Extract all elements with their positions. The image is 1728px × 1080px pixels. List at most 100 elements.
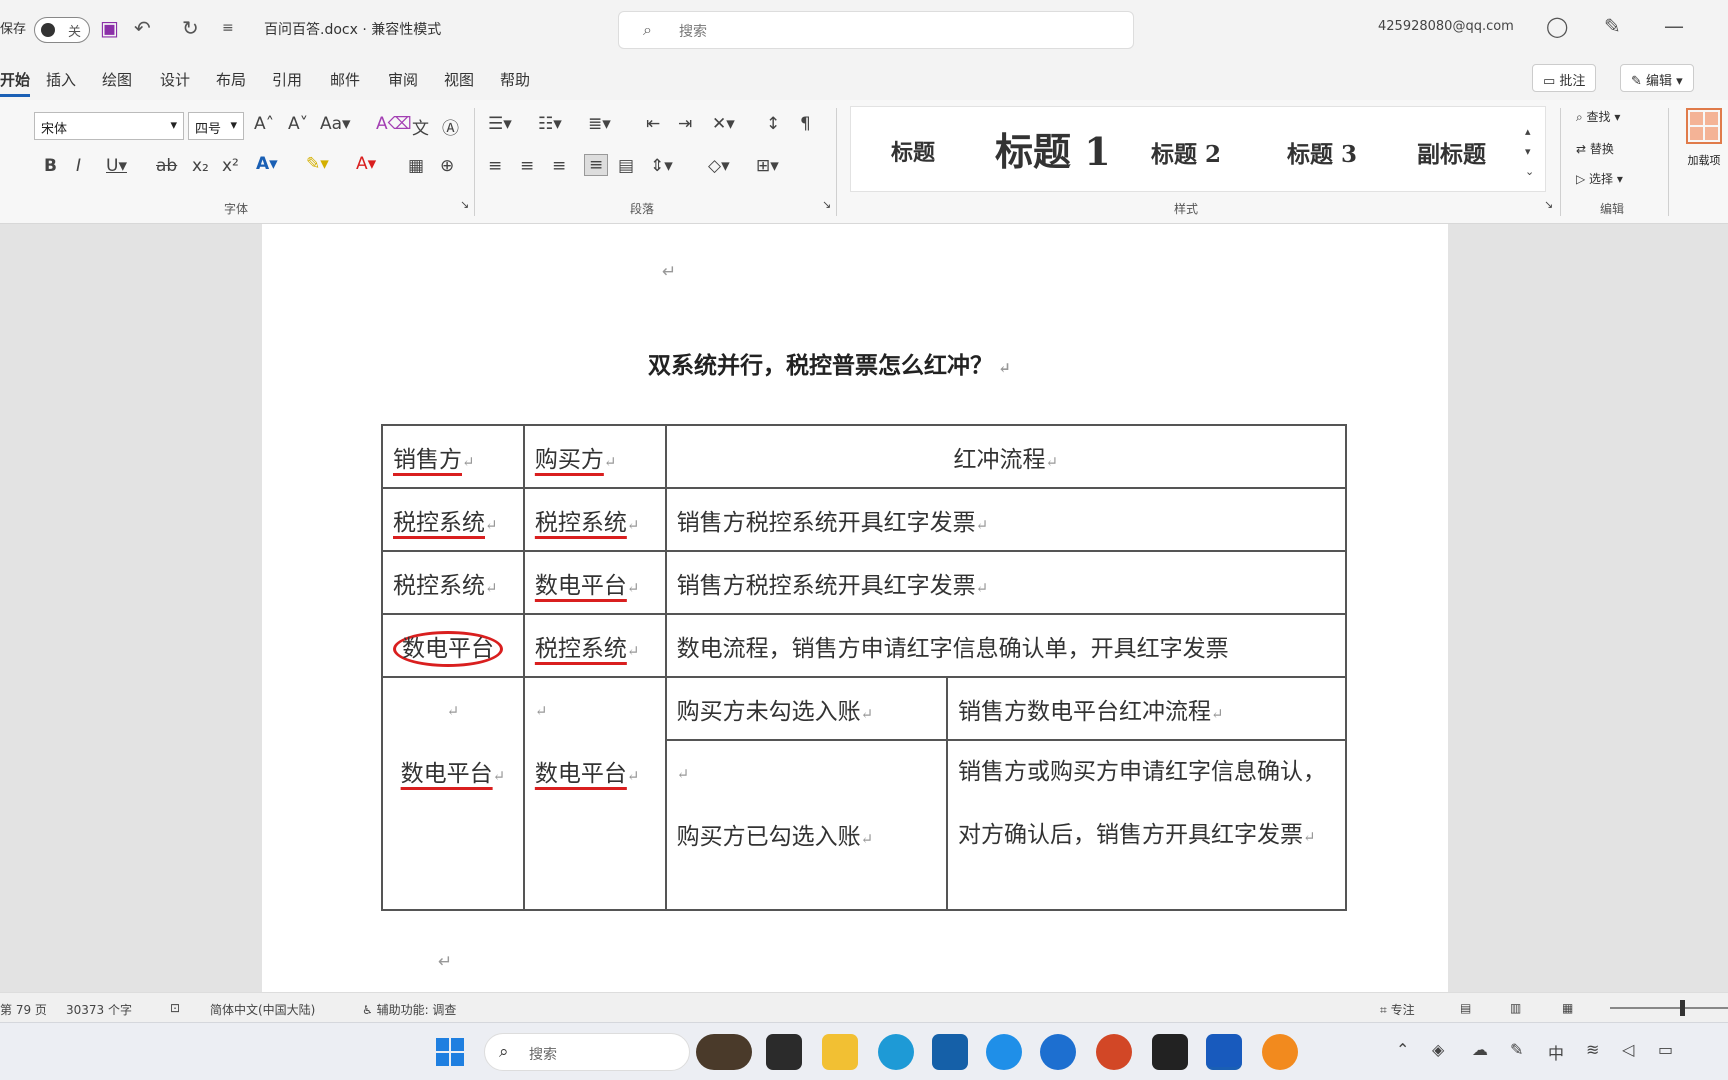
- avatar-icon[interactable]: ◯: [1546, 14, 1568, 38]
- underline-icon[interactable]: U▾: [106, 156, 127, 176]
- ie-browser-icon[interactable]: [986, 1034, 1022, 1070]
- select-button[interactable]: ▷ 选择 ▾: [1576, 170, 1623, 187]
- taskbar-search[interactable]: ⌕ 搜索: [484, 1033, 690, 1071]
- tab-mailings[interactable]: 邮件: [330, 69, 360, 90]
- tab-draw[interactable]: 绘图: [102, 69, 132, 90]
- bold-icon[interactable]: B: [44, 156, 57, 176]
- store-icon[interactable]: [932, 1034, 968, 1070]
- line-spacing-icon[interactable]: ⇕▾: [650, 156, 673, 176]
- word-count[interactable]: 30373 个字: [66, 1001, 132, 1018]
- highlight-icon[interactable]: ✎▾: [306, 154, 329, 174]
- subscript-icon[interactable]: x₂: [192, 156, 209, 176]
- tab-review[interactable]: 审阅: [388, 69, 418, 90]
- justify-icon[interactable]: ≡: [584, 154, 609, 176]
- tab-design[interactable]: 设计: [160, 69, 190, 90]
- superscript-icon[interactable]: x²: [222, 156, 239, 176]
- ime-icon[interactable]: 中: [1548, 1040, 1564, 1064]
- style-heading-1[interactable]: 标题 1: [995, 121, 1111, 176]
- tab-view[interactable]: 视图: [444, 69, 474, 90]
- align-right-icon[interactable]: ≡: [552, 156, 566, 176]
- print-layout-icon[interactable]: ▥: [1510, 1001, 1521, 1015]
- save-icon[interactable]: ▣: [100, 16, 119, 40]
- start-button[interactable]: [432, 1034, 468, 1070]
- battery-icon[interactable]: ▭: [1658, 1040, 1673, 1059]
- customize-qat-icon[interactable]: ≡: [222, 20, 234, 36]
- multilevel-list-icon[interactable]: ≣▾: [588, 114, 611, 134]
- accessibility-status[interactable]: ♿ 辅助功能: 调查: [362, 1001, 456, 1018]
- wifi-icon[interactable]: ≋: [1586, 1040, 1599, 1059]
- chevron-up-icon[interactable]: ⌃: [1396, 1040, 1409, 1059]
- word-icon[interactable]: [1206, 1034, 1242, 1070]
- page-count[interactable]: 第 79 页: [0, 1001, 47, 1018]
- zoom-slider-thumb[interactable]: [1680, 1000, 1685, 1016]
- align-center-icon[interactable]: ≡: [520, 156, 534, 176]
- widgets-icon[interactable]: [696, 1034, 752, 1070]
- style-subtitle[interactable]: 副标题: [1417, 135, 1486, 169]
- app-tray-icon[interactable]: ◈: [1432, 1040, 1444, 1059]
- file-explorer-icon[interactable]: [822, 1034, 858, 1070]
- show-marks-icon[interactable]: ¶: [800, 114, 811, 134]
- minimize-icon[interactable]: —: [1664, 14, 1684, 38]
- bullets-icon[interactable]: ☰▾: [488, 114, 512, 134]
- replace-button[interactable]: ⇄ 替换: [1576, 140, 1614, 157]
- styles-scroll-down-icon[interactable]: ▾: [1525, 145, 1531, 158]
- undo-icon[interactable]: ↶: [134, 16, 151, 40]
- text-effects-icon[interactable]: A▾: [256, 154, 278, 174]
- distributed-icon[interactable]: ▤: [618, 156, 634, 176]
- find-button[interactable]: ⌕ 查找 ▾: [1576, 108, 1620, 125]
- font-name-select[interactable]: 宋体 ▾: [34, 112, 184, 140]
- style-heading-3[interactable]: 标题 3: [1287, 135, 1357, 169]
- tab-help[interactable]: 帮助: [500, 69, 530, 90]
- styles-more-icon[interactable]: ⌄: [1525, 165, 1534, 178]
- increase-indent-icon[interactable]: ⇥: [678, 114, 692, 134]
- web-layout-icon[interactable]: ▦: [1562, 1001, 1573, 1015]
- app-icon[interactable]: [1152, 1034, 1188, 1070]
- app-icon[interactable]: [1262, 1034, 1298, 1070]
- shrink-font-icon[interactable]: A˅: [288, 114, 308, 134]
- tab-layout[interactable]: 布局: [216, 69, 246, 90]
- style-heading-2[interactable]: 标题 2: [1151, 135, 1221, 169]
- read-mode-icon[interactable]: ▤: [1460, 1001, 1471, 1015]
- user-account[interactable]: 425928080@qq.com: [1378, 19, 1514, 34]
- styles-dialog-launcher-icon[interactable]: ↘: [1544, 198, 1553, 211]
- enclose-char-icon[interactable]: ⊕: [440, 156, 454, 176]
- task-view-icon[interactable]: [766, 1034, 802, 1070]
- strikethrough-icon[interactable]: ab: [156, 156, 177, 176]
- sort-icon[interactable]: ↕: [766, 114, 780, 134]
- editing-mode-button[interactable]: ✎ 编辑 ▾: [1620, 64, 1694, 92]
- pen-tray-icon[interactable]: ✎: [1510, 1040, 1523, 1059]
- change-case-icon[interactable]: Aa▾: [320, 114, 351, 134]
- focus-mode-button[interactable]: ⌗ 专注: [1380, 1001, 1415, 1018]
- clear-format-icon[interactable]: A⌫: [376, 114, 412, 134]
- char-border-icon[interactable]: Ⓐ: [442, 114, 459, 139]
- comment-button[interactable]: ▭ 批注: [1532, 64, 1597, 92]
- autosave-toggle[interactable]: 关: [34, 17, 90, 43]
- italic-icon[interactable]: I: [76, 156, 81, 176]
- borders-icon[interactable]: ⊞▾: [756, 156, 779, 176]
- edge-browser-icon[interactable]: [878, 1034, 914, 1070]
- shading-icon[interactable]: ◇▾: [708, 156, 730, 176]
- language-status[interactable]: 简体中文(中国大陆): [210, 1001, 315, 1018]
- search-box[interactable]: ⌕ 搜索: [618, 11, 1134, 49]
- numbering-icon[interactable]: ☷▾: [538, 114, 562, 134]
- phonetic-icon[interactable]: 文: [412, 114, 429, 139]
- tab-home[interactable]: 开始: [0, 69, 31, 97]
- document-name[interactable]: 百问百答.docx · 兼容性模式: [264, 19, 441, 39]
- redo-icon[interactable]: ↻: [182, 16, 199, 40]
- decrease-indent-icon[interactable]: ⇤: [646, 114, 660, 134]
- zoom-slider[interactable]: [1610, 1007, 1728, 1009]
- powerpoint-icon[interactable]: [1096, 1034, 1132, 1070]
- pen-icon[interactable]: ✎: [1604, 14, 1621, 38]
- tab-insert[interactable]: 插入: [46, 69, 76, 90]
- align-left-icon[interactable]: ≡: [488, 156, 502, 176]
- font-size-select[interactable]: 四号 ▾: [188, 112, 244, 140]
- cloud-icon[interactable]: ☁: [1472, 1040, 1488, 1059]
- char-shading-icon[interactable]: ▦: [408, 156, 424, 176]
- document-page[interactable]: ↵ 双系统并行，税控普票怎么红冲？ ↵ 销售方↵ 购买方↵ 红冲流程↵ 税控系统…: [262, 224, 1448, 992]
- styles-scroll-up-icon[interactable]: ▴: [1525, 125, 1531, 138]
- chinese-layout-icon[interactable]: ✕▾: [712, 114, 735, 134]
- volume-icon[interactable]: ◁: [1622, 1040, 1634, 1059]
- style-heading[interactable]: 标题: [891, 135, 935, 167]
- paragraph-dialog-launcher-icon[interactable]: ↘: [822, 198, 831, 211]
- tab-references[interactable]: 引用: [272, 69, 302, 90]
